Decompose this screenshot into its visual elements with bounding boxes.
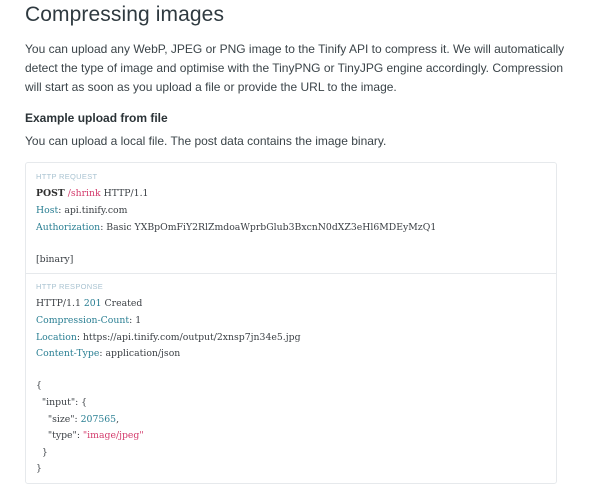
json-size-line: "size": 207565,	[36, 414, 119, 425]
code-example-box: HTTP REQUEST POST /shrink HTTP/1.1 Host:…	[25, 162, 557, 484]
request-method: POST	[36, 188, 65, 199]
intro-paragraph: You can upload any WebP, JPEG or PNG ima…	[25, 42, 565, 94]
auth-key: Authorization	[36, 222, 101, 233]
http-response-section: HTTP RESPONSE HTTP/1.1 201 Created Compr…	[26, 273, 556, 483]
size-comma: ,	[116, 414, 120, 425]
host-header: Host: api.tinify.com	[36, 205, 128, 216]
request-path: /shrink	[67, 188, 101, 199]
response-label: HTTP RESPONSE	[36, 282, 104, 291]
content-type-value: application/json	[105, 348, 181, 359]
json-close: }	[36, 463, 42, 474]
request-line: POST /shrink HTTP/1.1	[36, 188, 148, 199]
host-value: api.tinify.com	[64, 205, 128, 216]
example-lead: You can upload a local file. The post da…	[25, 134, 387, 148]
request-body: [binary]	[36, 254, 74, 265]
page-title: Compressing images	[25, 3, 225, 26]
request-label: HTTP REQUEST	[36, 172, 98, 181]
cc-value: 1	[135, 315, 142, 326]
location-value: https://api.tinify.com/output/2xnsp7jn34…	[82, 332, 301, 343]
docs-page: Compressing images You can upload any We…	[0, 0, 613, 499]
host-key: Host	[36, 205, 59, 216]
size-key: "size":	[36, 414, 81, 425]
auth-value: Basic YXBpOmFiY2RlZmdoaWprbGlub3BxcnN0dX…	[106, 222, 437, 233]
json-input-line: "input": {	[36, 397, 88, 408]
location-key: Location	[36, 332, 77, 343]
status-text: Created	[104, 298, 143, 309]
content-type-header: Content-Type: application/json	[36, 348, 181, 359]
compression-count-header: Compression-Count: 1	[36, 315, 142, 326]
content-type-key: Content-Type	[36, 348, 100, 359]
location-header: Location: https://api.tinify.com/output/…	[36, 332, 301, 343]
http-request-section: HTTP REQUEST POST /shrink HTTP/1.1 Host:…	[26, 163, 556, 274]
type-value: "image/jpeg"	[82, 430, 144, 441]
auth-header: Authorization: Basic YXBpOmFiY2RlZmdoaWp…	[36, 222, 437, 233]
cc-key: Compression-Count	[36, 315, 130, 326]
example-title: Example upload from file	[25, 111, 168, 125]
json-open: {	[36, 380, 42, 391]
json-inner-close: }	[36, 447, 48, 458]
request-version: HTTP/1.1	[103, 188, 149, 199]
type-key: "type":	[36, 430, 83, 441]
status-version: HTTP/1.1	[36, 298, 81, 309]
json-type-line: "type": "image/jpeg"	[36, 430, 144, 441]
status-line: HTTP/1.1 201 Created	[36, 298, 142, 309]
status-code: 201	[83, 298, 102, 309]
size-value: 207565	[80, 414, 117, 425]
